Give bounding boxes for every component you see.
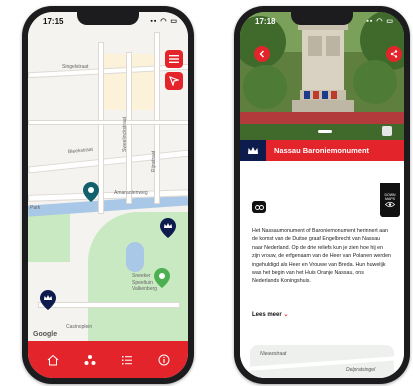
nav-info[interactable]	[152, 350, 176, 370]
status-icons: ▪▪ ◠ ▭	[150, 18, 178, 25]
street-label: Sweelinckstraat	[122, 116, 128, 152]
nav-route[interactable]	[78, 350, 102, 370]
page-title: Nassau Baroniemonument	[274, 146, 370, 155]
google-logo: Google	[33, 331, 58, 338]
info-icon	[158, 354, 169, 365]
notch	[77, 12, 139, 25]
street-label: Singelstraat	[62, 64, 89, 70]
crown-icon	[248, 147, 258, 154]
monument-photo[interactable]	[240, 12, 404, 140]
read-more-link[interactable]: Lees meer ⌄	[252, 311, 288, 318]
detail-content: DOWN MAPS Het Nassaumonument of Baroniem…	[240, 161, 404, 378]
status-icons: ▪▪ ◠ ▭	[366, 18, 394, 25]
map-road	[154, 32, 160, 204]
nav-home[interactable]	[41, 350, 65, 370]
list-icon	[121, 355, 132, 364]
chevron-down-icon: ⌄	[283, 312, 289, 318]
link-button[interactable]	[252, 201, 266, 213]
menu-button[interactable]	[165, 50, 183, 68]
download-maps-badge[interactable]: DOWN MAPS	[380, 183, 400, 217]
carousel-indicator	[318, 130, 332, 133]
map-road	[28, 120, 188, 125]
street-label: Rijnstraat	[151, 150, 157, 172]
mini-map[interactable]: Nieuwstraat Delpratsingel	[250, 345, 394, 378]
notch	[291, 12, 353, 25]
map-road	[28, 149, 188, 174]
street-label: Bleekstraat	[67, 146, 94, 156]
chevron-left-icon	[259, 50, 264, 58]
crown-pin[interactable]	[160, 218, 176, 238]
street-label: Park	[30, 205, 41, 211]
link-icon	[254, 204, 264, 210]
crown-badge	[240, 140, 266, 161]
monument-illustration	[240, 12, 404, 140]
location-arrow-icon	[169, 76, 179, 86]
phone-detail: 17:18 ▪▪ ◠ ▭ Nassau Baroniemonument DOWN…	[234, 6, 410, 384]
read-more-label: Lees meer	[252, 312, 282, 318]
checkbox-icon[interactable]	[382, 126, 392, 136]
landmark-pin-teal[interactable]	[83, 182, 99, 202]
status-time: 17:18	[255, 17, 276, 26]
nav-list[interactable]	[115, 350, 139, 370]
map-pond	[126, 242, 144, 272]
status-time: 17:15	[43, 17, 64, 26]
description-text: Het Nassaumonument of Baroniemonument he…	[252, 228, 391, 285]
badge-label: DOWN MAPS	[384, 192, 396, 201]
back-button[interactable]	[254, 46, 270, 62]
map-road	[38, 302, 180, 308]
mini-map-label: Nieuwstraat	[260, 351, 287, 357]
route-icon	[84, 354, 95, 365]
bottom-nav	[28, 341, 188, 378]
crown-pin[interactable]	[40, 290, 56, 310]
menu-icon	[169, 55, 179, 63]
share-button[interactable]	[386, 46, 402, 62]
street-label: Amarantenweg	[114, 190, 148, 196]
mini-map-label: Delpratsingel	[346, 367, 376, 373]
locate-button[interactable]	[165, 72, 183, 90]
map-screen: 17:15 ▪▪ ◠ ▭ Singelstraat Bleekstraat Sw…	[28, 12, 188, 378]
map-view[interactable]: Singelstraat Bleekstraat Sweelinckstraat…	[28, 12, 188, 342]
street-label: Sneeker	[132, 273, 151, 279]
eye-icon	[385, 201, 395, 207]
detail-screen: 17:18 ▪▪ ◠ ▭ Nassau Baroniemonument DOWN…	[240, 12, 404, 378]
phone-map: 17:15 ▪▪ ◠ ▭ Singelstraat Bleekstraat Sw…	[22, 6, 194, 384]
playground-pin[interactable]	[154, 268, 170, 288]
home-icon	[47, 354, 58, 365]
street-label: Casinoplein	[66, 324, 93, 330]
title-bar: Nassau Baroniemonument	[240, 140, 404, 161]
share-icon	[390, 50, 398, 58]
map-park	[28, 212, 70, 262]
